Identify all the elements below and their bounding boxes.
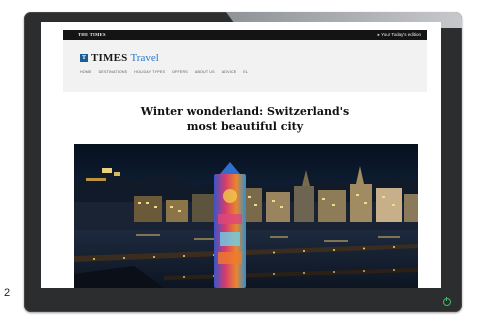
nav-el[interactable]: EL (243, 70, 248, 74)
todays-edition-link[interactable]: ▸ Your Today's edition (378, 30, 421, 40)
headline-line-2: most beautiful city (186, 120, 304, 133)
main-nav: HOME DESTINATIONS HOLIDAY TYPES OFFERS A… (80, 70, 248, 74)
logo-times-text: TIMES (91, 52, 128, 64)
lucerne-night-photo (74, 144, 418, 288)
page-number: 2 (4, 287, 11, 299)
monitor-screen: THE TIMES ▸ Your Today's edition T TIMES… (41, 22, 441, 288)
power-icon[interactable] (443, 297, 451, 306)
logo-badge-icon: T (80, 54, 88, 62)
nav-advice[interactable]: ADVICE (222, 70, 237, 74)
times-travel-logo[interactable]: T TIMES Travel (80, 52, 159, 64)
top-bar: THE TIMES ▸ Your Today's edition (63, 30, 427, 40)
article-headline: Winter wonderland: Switzerland's most be… (103, 104, 387, 134)
site-header: T TIMES Travel HOME DESTINATIONS HOLIDAY… (63, 40, 427, 92)
headline-line-1: Winter wonderland: Switzerland's (140, 105, 350, 118)
hero-image (74, 144, 418, 288)
nav-about-us[interactable]: ABOUT US (195, 70, 215, 74)
nav-home[interactable]: HOME (80, 70, 92, 74)
masthead-logo[interactable]: THE TIMES (78, 30, 106, 40)
nav-holiday-types[interactable]: HOLIDAY TYPES (134, 70, 165, 74)
nav-offers[interactable]: OFFERS (172, 70, 188, 74)
nav-destinations[interactable]: DESTINATIONS (99, 70, 128, 74)
logo-travel-text: Travel (130, 52, 159, 64)
